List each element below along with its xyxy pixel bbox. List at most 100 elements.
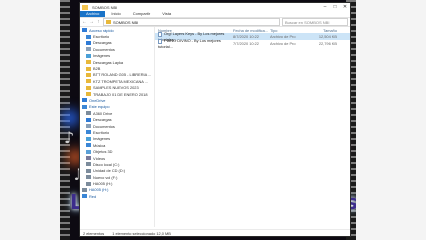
folder-icon bbox=[86, 92, 91, 97]
nav-item-label: Objetos 3D bbox=[93, 149, 113, 155]
file-date: 8/7/2020 10:22 bbox=[233, 34, 270, 39]
disk-icon bbox=[86, 181, 91, 186]
nav-item-label: Disco local (C:) bbox=[93, 161, 120, 167]
disk-icon bbox=[86, 162, 91, 167]
window-controls: – □ ✕ bbox=[320, 4, 350, 10]
nav-item-label: Imágenes bbox=[93, 53, 111, 59]
file-date-text: 8/7/2020 10:22 bbox=[233, 34, 259, 39]
back-arrow-icon[interactable]: ← bbox=[82, 19, 87, 25]
nav-item-label: Música bbox=[93, 142, 106, 148]
nav-item-label: KTZ TROMPETA MEXICANA ... bbox=[93, 78, 148, 84]
nav-item-label: Este equipo bbox=[89, 104, 110, 110]
folder-icon bbox=[86, 72, 91, 77]
file-date: 7/7/2020 10:22 bbox=[233, 41, 270, 46]
column-date[interactable]: Fecha de modifica... bbox=[233, 28, 270, 33]
nav-item-label: TRABAJO 01 DE ENERO 2018 bbox=[93, 91, 148, 97]
window-title: SOMBOS NBI bbox=[92, 4, 118, 10]
up-arrow-icon[interactable]: ↑ bbox=[96, 19, 101, 25]
desktop-icon bbox=[86, 130, 91, 135]
drive-icon bbox=[86, 111, 91, 116]
nav-item-label: Escritorio bbox=[93, 129, 110, 135]
file-explorer-window: SOMBOS NBI – □ ✕ Archivo Inicio Comparti… bbox=[79, 2, 351, 237]
blue-glow bbox=[62, 110, 78, 126]
nav-item-label: HA005 (H:) bbox=[89, 187, 109, 193]
file-rows: Org! Layers Keys - By Los mejores tutori… bbox=[155, 31, 350, 49]
folder-icon bbox=[86, 60, 91, 65]
close-button[interactable]: ✕ bbox=[340, 4, 350, 10]
search-input[interactable]: Buscar en SOMBOS NBI bbox=[282, 18, 348, 26]
nav-item-label: Escritorio bbox=[93, 34, 110, 40]
nav-item-label: Descargas bbox=[93, 40, 112, 46]
file-type: Archivo de Pro bbox=[270, 41, 307, 46]
nav-item-label: Descargas Layka bbox=[93, 59, 124, 65]
column-size[interactable]: Tamaño bbox=[307, 28, 337, 33]
address-path: SOMBOS NBI bbox=[113, 19, 139, 25]
minimize-button[interactable]: – bbox=[320, 4, 330, 10]
nav-item-label: SAMPLES NUEVOS 2023 bbox=[93, 85, 139, 91]
file-list: Nombre Fecha de modifica... Tipo Tamaño … bbox=[155, 27, 350, 227]
disk-icon bbox=[82, 187, 87, 192]
maximize-button[interactable]: □ bbox=[330, 4, 340, 10]
status-selection: 1 elemento seleccionado 12,0 MB bbox=[112, 230, 171, 236]
nav-item-label: Descargas bbox=[93, 117, 112, 123]
image-icon bbox=[86, 136, 91, 141]
title-bar: SOMBOS NBI – □ ✕ bbox=[80, 3, 350, 11]
file-size: 12,504 KB bbox=[307, 34, 337, 39]
tab-archivo[interactable]: Archivo bbox=[80, 11, 106, 17]
status-count: 2 elementos bbox=[83, 230, 105, 236]
file-type: Archivo de Pro bbox=[270, 34, 307, 39]
tab-compartir[interactable]: Compartir bbox=[127, 11, 157, 17]
download-icon bbox=[86, 117, 91, 122]
ribbon-tabs: Archivo Inicio Compartir Vista bbox=[80, 11, 350, 18]
nav-item-label: Unidad de CD (D:) bbox=[93, 168, 126, 174]
folder-icon bbox=[106, 20, 111, 24]
cd-icon bbox=[86, 168, 91, 173]
nav-item-label: Acceso rápido bbox=[89, 27, 114, 33]
file-row[interactable]: PIANO DIVINO - By Los mejores tutorial..… bbox=[155, 38, 350, 49]
nav-item-label: Documentos bbox=[93, 46, 115, 52]
forward-arrow-icon[interactable]: → bbox=[89, 19, 94, 25]
folder-icon bbox=[82, 4, 88, 10]
pc-icon bbox=[82, 104, 87, 109]
nav-item-label: Documentos bbox=[93, 123, 115, 129]
nav-item-label: Vídeos bbox=[93, 155, 106, 161]
music-icon bbox=[86, 143, 91, 148]
file-date-text: 7/7/2020 10:22 bbox=[233, 41, 259, 46]
folder-icon bbox=[86, 85, 91, 90]
status-bar: 2 elementos 1 elemento seleccionado 12,0… bbox=[80, 229, 350, 236]
nav-item-label: A360 Drive bbox=[93, 110, 113, 116]
video-icon bbox=[86, 156, 91, 160]
file-type-text: Archivo de Pro bbox=[270, 41, 296, 46]
nav-item[interactable]: Red bbox=[80, 193, 154, 199]
address-row: ← → ↑ SOMBOS NBI Buscar en SOMBOS NBI bbox=[80, 18, 350, 27]
music-note-icon: ♪ bbox=[64, 128, 75, 147]
file-size-text: 12,504 KB bbox=[318, 34, 337, 39]
file-size-text: 22,796 KB bbox=[318, 41, 337, 46]
desktop-icon bbox=[86, 34, 91, 39]
disk-icon bbox=[86, 175, 91, 180]
navigation-pane: Acceso rápido Escritorio Descargas Document… bbox=[80, 27, 155, 227]
file-type-text: Archivo de Pro bbox=[270, 34, 296, 39]
nav-item-label: Red bbox=[89, 193, 97, 199]
document-icon bbox=[86, 124, 91, 129]
nav-item-label: HA005 (H:) bbox=[93, 181, 113, 187]
column-type[interactable]: Tipo bbox=[270, 28, 307, 33]
folder-icon bbox=[86, 79, 91, 84]
nav-item-label: Imágenes bbox=[93, 136, 111, 142]
file-size: 22,796 KB bbox=[307, 41, 337, 46]
network-icon bbox=[82, 194, 87, 199]
image-icon bbox=[86, 53, 91, 58]
cloud-icon bbox=[82, 98, 87, 103]
tab-inicio[interactable]: Inicio bbox=[105, 11, 126, 17]
file-name: PIANO DIVINO - By Los mejores tutorial..… bbox=[155, 38, 233, 49]
search-placeholder: Buscar en SOMBOS NBI bbox=[285, 19, 330, 25]
nav-item-label: OneDrive bbox=[89, 97, 106, 103]
nav-item-label: Nuevo vol (F:) bbox=[93, 174, 118, 180]
nav-item-label: B2B bbox=[93, 66, 101, 72]
nav-item-label: BTT ROLAND G05 - LIBRERIA ... bbox=[93, 72, 152, 78]
address-bar[interactable]: SOMBOS NBI bbox=[103, 18, 280, 26]
video-frame: ♪ ♫ ♪ ♫ ♩ Los ós SOMBOS NBI – □ ✕ Archiv… bbox=[0, 0, 426, 240]
tab-vista[interactable]: Vista bbox=[156, 11, 177, 17]
folder-icon bbox=[86, 66, 91, 71]
download-icon bbox=[86, 40, 91, 45]
